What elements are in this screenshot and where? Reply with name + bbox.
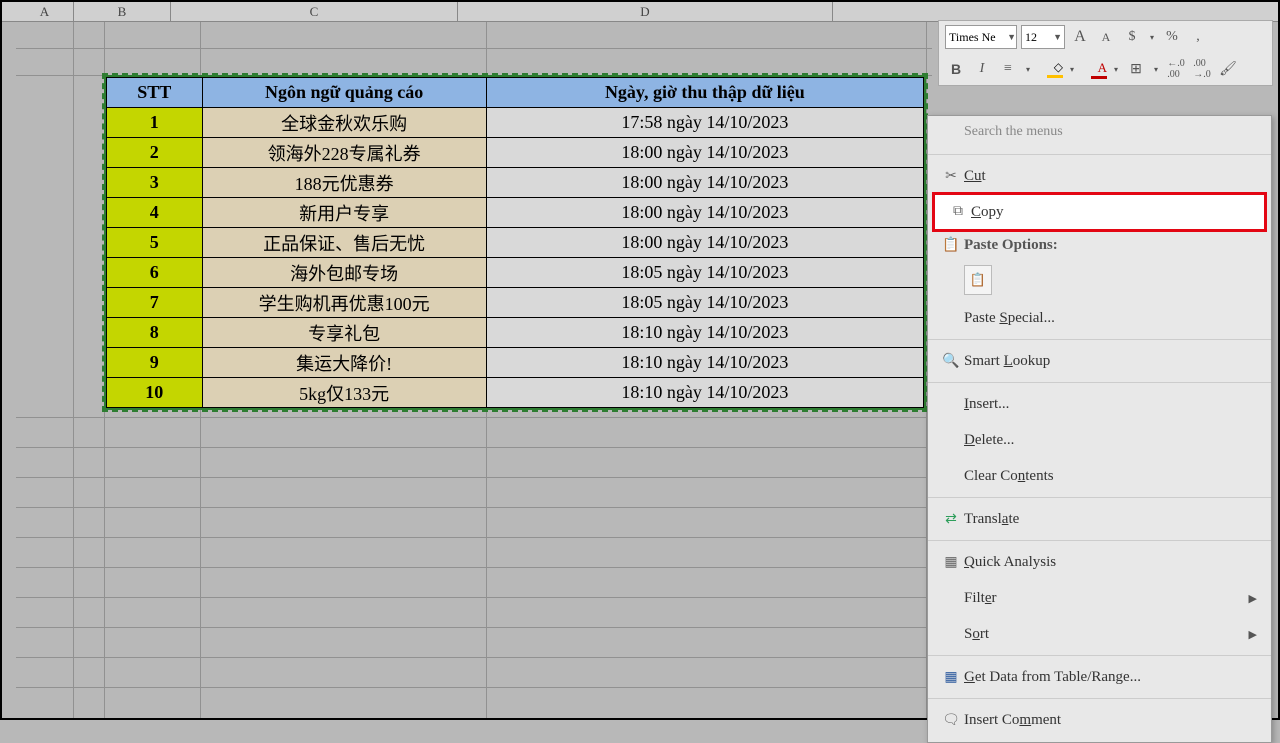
cell-stt[interactable]: 10 — [107, 378, 203, 408]
menu-get-data[interactable]: ▦Get Data from Table/Range... — [928, 659, 1271, 695]
comma-icon[interactable]: , — [1187, 26, 1209, 48]
percent-icon[interactable]: % — [1161, 26, 1183, 48]
font-color-button[interactable]: A — [1081, 60, 1107, 79]
table-row: 5正品保证、售后无忧18:00 ngày 14/10/2023 — [107, 228, 924, 258]
paste-icon: 📋 — [938, 237, 964, 254]
cell-lang[interactable]: 集运大降价! — [202, 348, 486, 378]
col-header-b[interactable]: B — [74, 2, 171, 21]
cell-lang[interactable]: 新用户专享 — [202, 198, 486, 228]
cell-date[interactable]: 17:58 ngày 14/10/2023 — [486, 108, 923, 138]
header-stt[interactable]: STT — [107, 78, 203, 108]
fill-color-button[interactable]: ◇ — [1037, 60, 1063, 78]
smart-lookup-icon: 🔍 — [938, 353, 964, 370]
cell-stt[interactable]: 4 — [107, 198, 203, 228]
increase-font-icon[interactable]: A — [1069, 26, 1091, 48]
table-row: 3188元优惠券18:00 ngày 14/10/2023 — [107, 168, 924, 198]
table-row: 9集运大降价!18:10 ngày 14/10/2023 — [107, 348, 924, 378]
menu-quick-analysis[interactable]: ▦Quick Analysis — [928, 544, 1271, 580]
cell-lang[interactable]: 全球金秋欢乐购 — [202, 108, 486, 138]
cell-lang[interactable]: 海外包邮专场 — [202, 258, 486, 288]
cell-date[interactable]: 18:00 ngày 14/10/2023 — [486, 228, 923, 258]
menu-filter[interactable]: Filter▶ — [928, 580, 1271, 616]
table-row: 105kg仅133元18:10 ngày 14/10/2023 — [107, 378, 924, 408]
submenu-arrow-icon: ▶ — [1249, 592, 1257, 605]
cell-stt[interactable]: 2 — [107, 138, 203, 168]
table-row: 2领海外228专属礼券18:00 ngày 14/10/2023 — [107, 138, 924, 168]
cell-lang[interactable]: 正品保证、售后无忧 — [202, 228, 486, 258]
table-row: 1全球金秋欢乐购17:58 ngày 14/10/2023 — [107, 108, 924, 138]
table-row: 8专享礼包18:10 ngày 14/10/2023 — [107, 318, 924, 348]
cell-lang[interactable]: 领海外228专属礼券 — [202, 138, 486, 168]
cell-stt[interactable]: 1 — [107, 108, 203, 138]
col-header-d[interactable]: D — [458, 2, 833, 21]
italic-button[interactable]: I — [971, 58, 993, 80]
cell-stt[interactable]: 7 — [107, 288, 203, 318]
cell-date[interactable]: 18:00 ngày 14/10/2023 — [486, 168, 923, 198]
header-lang[interactable]: Ngôn ngữ quảng cáo — [202, 78, 486, 108]
menu-copy[interactable]: ⧉Copy — [932, 192, 1267, 232]
table-header-row: STT Ngôn ngữ quảng cáo Ngày, giờ thu thậ… — [107, 78, 924, 108]
mini-toolbar: Times Ne▼ 12▼ A A $▾ % , B I ≡▾ ◇▾ A▾ ⊞▾… — [938, 20, 1273, 86]
header-date[interactable]: Ngày, giờ thu thập dữ liệu — [486, 78, 923, 108]
currency-icon[interactable]: $ — [1121, 26, 1143, 48]
table-row: 6海外包邮专场18:05 ngày 14/10/2023 — [107, 258, 924, 288]
increase-decimal-icon[interactable]: ←.0.00 — [1165, 58, 1187, 80]
column-headers: A B C D — [2, 2, 1278, 22]
paste-default-button[interactable]: 📋 — [964, 265, 992, 295]
decrease-decimal-icon[interactable]: .00→.0 — [1191, 58, 1213, 80]
font-size-selector[interactable]: 12▼ — [1021, 25, 1065, 49]
copy-icon: ⧉ — [945, 204, 971, 220]
cell-date[interactable]: 18:00 ngày 14/10/2023 — [486, 138, 923, 168]
menu-clear-contents[interactable]: Clear Contents — [928, 458, 1271, 494]
cell-date[interactable]: 18:10 ngày 14/10/2023 — [486, 318, 923, 348]
cell-date[interactable]: 18:05 ngày 14/10/2023 — [486, 258, 923, 288]
context-menu: Search the menus ✂Cut ⧉Copy 📋Paste Optio… — [927, 115, 1272, 743]
format-painter-icon[interactable]: 🖌 — [1217, 58, 1239, 80]
font-selector[interactable]: Times Ne▼ — [945, 25, 1017, 49]
comment-icon: 🗨 — [938, 712, 964, 729]
cell-date[interactable]: 18:10 ngày 14/10/2023 — [486, 378, 923, 408]
submenu-arrow-icon: ▶ — [1249, 628, 1257, 641]
menu-insert[interactable]: Insert... — [928, 386, 1271, 422]
col-header-c[interactable]: C — [171, 2, 458, 21]
cell-stt[interactable]: 3 — [107, 168, 203, 198]
cell-stt[interactable]: 6 — [107, 258, 203, 288]
quick-analysis-icon: ▦ — [938, 554, 964, 571]
cell-stt[interactable]: 9 — [107, 348, 203, 378]
selected-table[interactable]: STT Ngôn ngữ quảng cáo Ngày, giờ thu thậ… — [104, 75, 926, 410]
decrease-font-icon[interactable]: A — [1095, 26, 1117, 48]
align-icon[interactable]: ≡ — [997, 58, 1019, 80]
menu-smart-lookup[interactable]: 🔍Smart Lookup — [928, 343, 1271, 379]
menu-translate[interactable]: ⇄Translate — [928, 501, 1271, 537]
cell-lang[interactable]: 5kg仅133元 — [202, 378, 486, 408]
table-icon: ▦ — [938, 669, 964, 686]
menu-sort[interactable]: Sort▶ — [928, 616, 1271, 652]
col-header-a[interactable]: A — [16, 2, 74, 21]
cell-date[interactable]: 18:05 ngày 14/10/2023 — [486, 288, 923, 318]
cell-date[interactable]: 18:10 ngày 14/10/2023 — [486, 348, 923, 378]
menu-cut[interactable]: ✂Cut — [928, 158, 1271, 194]
bold-button[interactable]: B — [945, 58, 967, 80]
cut-icon: ✂ — [938, 168, 964, 185]
cell-stt[interactable]: 5 — [107, 228, 203, 258]
paste-option-row: 📋 — [928, 260, 1271, 300]
cell-lang[interactable]: 专享礼包 — [202, 318, 486, 348]
cell-stt[interactable]: 8 — [107, 318, 203, 348]
table-row: 4新用户专享18:00 ngày 14/10/2023 — [107, 198, 924, 228]
search-menus-input[interactable]: Search the menus — [964, 124, 1261, 148]
translate-icon: ⇄ — [938, 511, 964, 528]
borders-icon[interactable]: ⊞ — [1125, 58, 1147, 80]
menu-insert-comment[interactable]: 🗨Insert Comment — [928, 702, 1271, 738]
menu-delete[interactable]: Delete... — [928, 422, 1271, 458]
menu-paste-options: 📋Paste Options: — [928, 230, 1271, 260]
data-table: STT Ngôn ngữ quảng cáo Ngày, giờ thu thậ… — [106, 77, 924, 408]
cell-date[interactable]: 18:00 ngày 14/10/2023 — [486, 198, 923, 228]
cell-lang[interactable]: 学生购机再优惠100元 — [202, 288, 486, 318]
table-row: 7学生购机再优惠100元18:05 ngày 14/10/2023 — [107, 288, 924, 318]
cell-lang[interactable]: 188元优惠券 — [202, 168, 486, 198]
menu-paste-special[interactable]: Paste Special... — [928, 300, 1271, 336]
